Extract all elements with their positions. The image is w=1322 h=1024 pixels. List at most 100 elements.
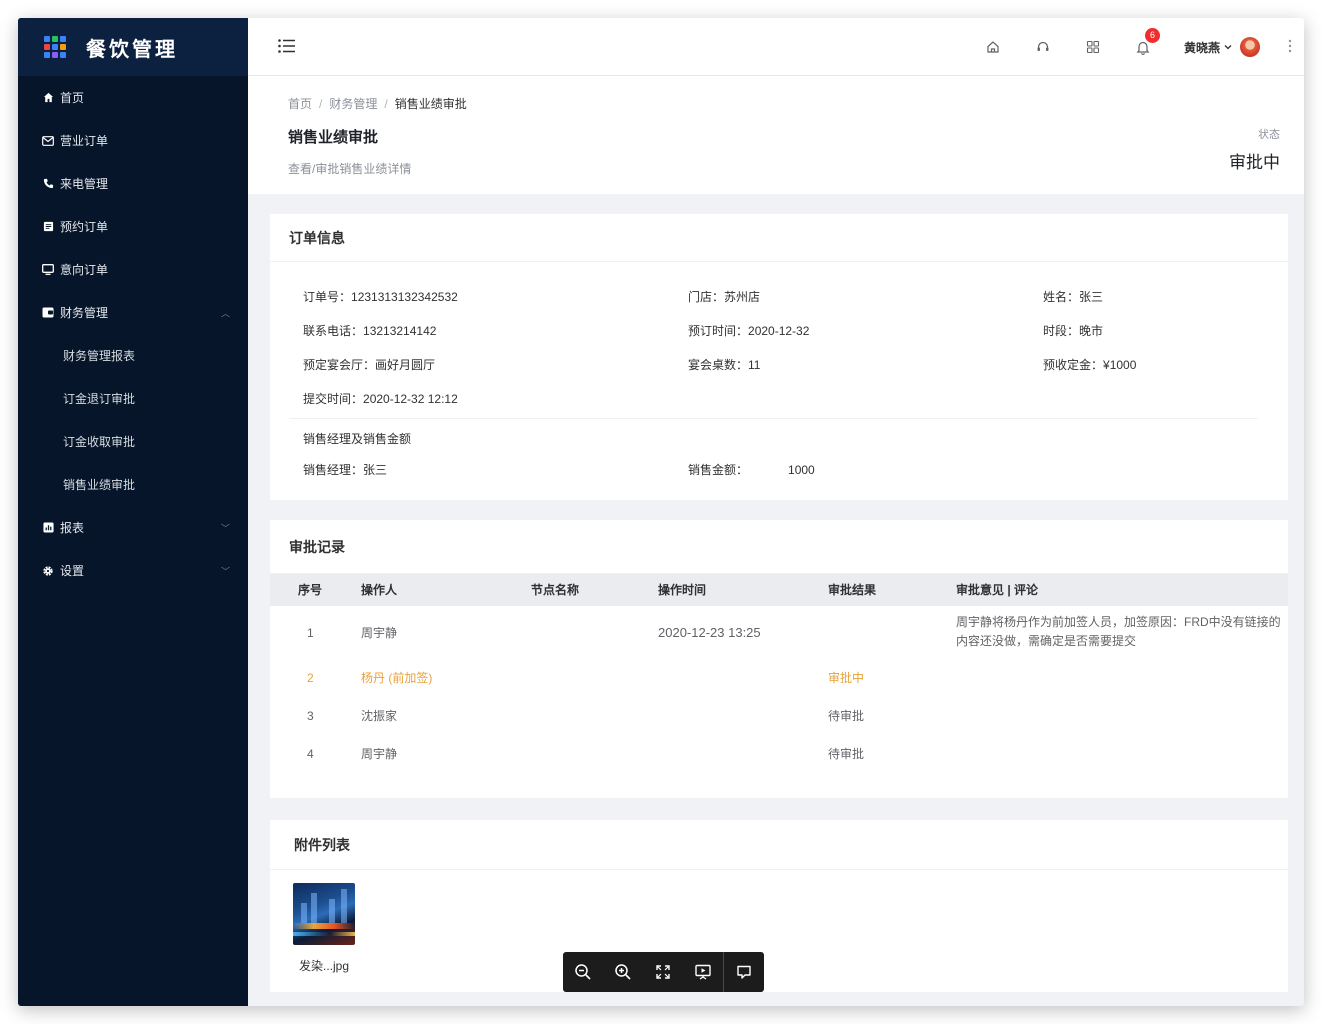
sidebar-item-call-management[interactable]: 来电管理 — [18, 162, 248, 205]
gear-icon — [42, 565, 54, 577]
chevron-down-icon: ﹀ — [220, 566, 230, 576]
col-operator: 操作人 — [361, 583, 398, 597]
sidebar-item-finance-report[interactable]: 财务管理报表 — [18, 334, 248, 377]
sidebar-item-label: 意向订单 — [60, 263, 109, 277]
field-label: 销售金额： — [688, 463, 749, 477]
table-row[interactable]: 2 杨丹 (前加签) 审批中 — [270, 659, 1288, 697]
slideshow-icon[interactable] — [683, 952, 723, 992]
field-label: 预定宴会厅： — [303, 358, 376, 372]
menu-toggle-icon[interactable] — [278, 39, 296, 53]
phone-icon — [42, 178, 54, 190]
table-row[interactable]: 4 周宇静 待审批 — [270, 735, 1288, 773]
submit-time-value: 2020-12-32 12:12 — [363, 392, 458, 406]
logo[interactable]: 餐饮管理 — [18, 18, 248, 76]
page-subtitle: 查看/审批销售业绩详情 — [288, 162, 412, 176]
mail-icon — [42, 135, 54, 147]
row-no: 4 — [307, 747, 314, 761]
sidebar-item-sales-approval[interactable]: 销售业绩审批 — [18, 463, 248, 506]
card-title: 审批记录 — [270, 520, 1288, 574]
bell-icon[interactable]: 6 — [1134, 28, 1160, 56]
manager-field: 销售经理：张三 — [303, 461, 387, 478]
submit-time-field: 提交时间：2020-12-32 12:12 — [303, 390, 458, 407]
field-label: 销售经理： — [303, 463, 364, 477]
sidebar-item-reservation-orders[interactable]: 预约订单 — [18, 205, 248, 248]
table-row[interactable]: 1 周宇静 2020-12-23 13:25 周宇静将杨丹作为前加签人员，加签原… — [270, 613, 1288, 659]
comment-icon[interactable] — [724, 952, 764, 992]
status-value: 审批中 — [1229, 153, 1280, 172]
sidebar-item-home[interactable]: 首页 — [18, 76, 248, 119]
sidebar-item-deposit-refund-approval[interactable]: 订金退订审批 — [18, 377, 248, 420]
col-no: 序号 — [298, 583, 323, 597]
user-menu[interactable]: 黄晓燕 — [1184, 37, 1260, 57]
fullscreen-icon[interactable] — [643, 952, 683, 992]
amount-value: 1000 — [788, 463, 815, 477]
period-value: 晚市 — [1079, 324, 1104, 338]
sidebar-item-reports[interactable]: 报表 ﹀ — [18, 506, 248, 549]
sidebar-item-settings[interactable]: 设置 ﹀ — [18, 549, 248, 592]
field-label: 姓名： — [1043, 290, 1080, 304]
sidebar-item-business-orders[interactable]: 营业订单 — [18, 119, 248, 162]
field-label: 联系电话： — [303, 324, 364, 338]
col-opinion: 审批意见 | 评论 — [956, 583, 1039, 597]
sidebar-item-intent-orders[interactable]: 意向订单 — [18, 248, 248, 291]
breadcrumb-item-home[interactable]: 首页 — [288, 97, 312, 111]
tables-value: 11 — [748, 358, 761, 372]
attachment-thumbnail[interactable] — [293, 883, 355, 945]
row-operator: 沈振家 — [361, 709, 398, 723]
chevron-up-icon: ︿ — [220, 308, 230, 318]
page-header: 首页 / 财务管理 / 销售业绩审批 销售业绩审批 查看/审批销售业绩详情 状态 审批中 — [248, 76, 1304, 194]
section-title: 销售经理及销售金额 — [303, 432, 412, 446]
store-field: 门店：苏州店 — [688, 288, 760, 305]
notification-badge: 6 — [1144, 28, 1160, 43]
row-operator: 周宇静 — [361, 626, 398, 640]
tables-field: 宴会桌数：11 — [688, 356, 760, 373]
header-actions: 6 黄晓燕 — [984, 18, 1304, 76]
order-no-field: 订单号：1231313132342532 — [303, 288, 458, 305]
home-icon — [42, 92, 54, 104]
top-header: 6 黄晓燕 — [248, 18, 1304, 76]
sidebar-item-label: 订金退订审批 — [63, 392, 136, 406]
row-no: 2 — [307, 671, 314, 685]
attachments-card: 附件列表 发染...jpg — [270, 820, 1288, 992]
sidebar-item-label: 销售业绩审批 — [63, 478, 136, 492]
app-title: 餐饮管理 — [86, 38, 178, 61]
row-result: 待审批 — [828, 709, 865, 723]
card-title: 订单信息 — [270, 214, 1288, 262]
col-result: 审批结果 — [828, 583, 877, 597]
field-label: 宴会桌数： — [688, 358, 749, 372]
store-value: 苏州店 — [724, 290, 761, 304]
phone-value: 13213214142 — [363, 324, 437, 338]
amount-field: 销售金额： 1000 — [688, 461, 815, 478]
row-operator: 周宇静 — [361, 747, 398, 761]
zoom-in-icon[interactable] — [603, 952, 643, 992]
field-label: 订单号： — [303, 290, 352, 304]
manager-value: 张三 — [363, 463, 388, 477]
more-icon[interactable] — [1288, 39, 1292, 56]
sidebar-item-label: 报表 — [60, 521, 85, 535]
sidebar: 餐饮管理 首页 营业订单 来电管理 预约订单 意向订单 财务管理 ︿ 财务管理报… — [18, 18, 248, 1006]
sidebar-item-label: 订金收取审批 — [63, 435, 136, 449]
zoom-out-icon[interactable] — [563, 952, 603, 992]
period-field: 时段：晚市 — [1043, 322, 1103, 339]
row-operator: 杨丹 (前加签) — [361, 671, 433, 685]
divider — [289, 418, 1258, 419]
sidebar-item-label: 财务管理报表 — [63, 349, 136, 363]
user-name: 黄晓燕 — [1183, 40, 1220, 55]
breadcrumb-item-finance[interactable]: 财务管理 — [329, 97, 377, 111]
headset-icon[interactable] — [1034, 38, 1052, 56]
book-time-value: 2020-12-32 — [748, 324, 810, 338]
sidebar-item-deposit-collect-approval[interactable]: 订金收取审批 — [18, 420, 248, 463]
attachment-name[interactable]: 发染...jpg — [299, 957, 349, 974]
table-row[interactable]: 3 沈振家 待审批 — [270, 697, 1288, 735]
home-icon[interactable] — [984, 38, 1002, 56]
avatar[interactable] — [1240, 37, 1260, 57]
deposit-field: 预收定金：¥1000 — [1043, 356, 1136, 373]
sidebar-item-finance[interactable]: 财务管理 ︿ — [18, 291, 248, 334]
field-label: 提交时间： — [303, 392, 364, 406]
sidebar-item-label: 财务管理 — [60, 306, 109, 320]
row-result: 审批中 — [828, 671, 865, 685]
field-label: 时段： — [1043, 324, 1080, 338]
col-time: 操作时间 — [658, 583, 707, 597]
sidebar-menu: 首页 营业订单 来电管理 预约订单 意向订单 财务管理 ︿ 财务管理报表 订金退… — [18, 76, 248, 592]
apps-icon[interactable] — [1084, 38, 1102, 56]
